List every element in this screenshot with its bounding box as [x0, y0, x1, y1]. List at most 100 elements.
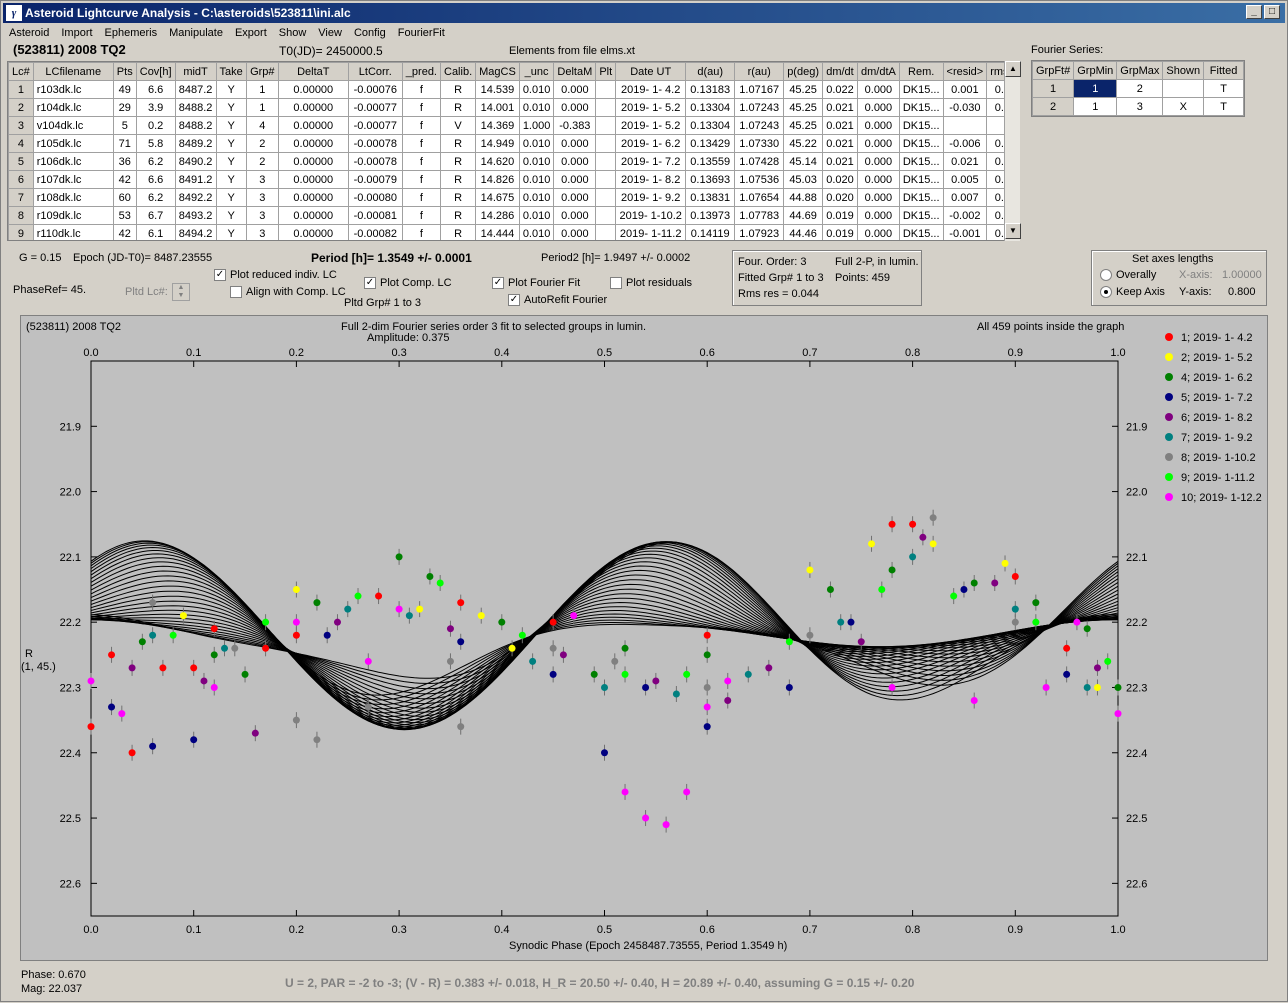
data-point — [292, 716, 300, 724]
y-tick-label-left: 22.3 — [60, 682, 81, 694]
legend-label: 1; 2019- 1- 4.2 — [1181, 332, 1253, 344]
data-point — [446, 625, 454, 633]
x-tick-label-top: 0.3 — [391, 347, 406, 359]
chart-canvas: 0.0 0.0 0.1 0.1 0.2 0.2 0.3 0.3 0.4 0.4 0.5 0.5 0.6 0… — [60, 347, 1148, 936]
y-tick-label-left: 22.1 — [60, 552, 81, 564]
x-tick-label-bottom: 1.0 — [1110, 924, 1125, 936]
data-point — [395, 553, 403, 561]
data-point — [149, 599, 157, 607]
data-point — [857, 638, 865, 646]
data-point — [87, 723, 95, 731]
data-point — [190, 664, 198, 672]
data-point — [970, 697, 978, 705]
y-tick-label-left: 22.5 — [60, 813, 81, 825]
legend-entry: 9; 2019- 1-11.2 — [1165, 468, 1262, 488]
data-point — [169, 631, 177, 639]
data-point — [806, 566, 814, 574]
x-tick-label-top: 0.5 — [597, 347, 612, 359]
data-point — [518, 631, 526, 639]
y-tick-label-left: 21.9 — [60, 421, 81, 433]
data-point — [960, 586, 968, 594]
data-point — [642, 683, 650, 691]
data-point — [1032, 599, 1040, 607]
data-point — [87, 677, 95, 685]
data-point — [1073, 618, 1081, 626]
data-point — [888, 520, 896, 528]
data-point — [970, 579, 978, 587]
data-point — [1114, 683, 1122, 691]
data-point — [200, 677, 208, 685]
data-point — [1083, 625, 1091, 633]
x-tick-label-top: 0.6 — [700, 347, 715, 359]
x-tick-label-bottom: 0.8 — [905, 924, 920, 936]
legend-label: 10; 2019- 1-12.2 — [1181, 492, 1262, 504]
x-tick-label-bottom: 0.9 — [1008, 924, 1023, 936]
data-point — [1083, 683, 1091, 691]
legend-entry: 2; 2019- 1- 5.2 — [1165, 348, 1262, 368]
data-point — [395, 605, 403, 613]
data-point — [1093, 664, 1101, 672]
data-point — [313, 736, 321, 744]
data-point — [1063, 644, 1071, 652]
data-point — [292, 631, 300, 639]
data-point — [703, 631, 711, 639]
x-tick-label-top: 0.1 — [186, 347, 201, 359]
data-point — [549, 618, 557, 626]
data-point — [323, 631, 331, 639]
y-tick-label-right: 22.4 — [1126, 748, 1147, 760]
data-point — [919, 533, 927, 541]
y-tick-label-right: 22.6 — [1126, 878, 1147, 890]
y-tick-label-right: 22.2 — [1126, 617, 1147, 629]
data-point — [806, 631, 814, 639]
legend-label: 2; 2019- 1- 5.2 — [1181, 352, 1253, 364]
data-point — [765, 664, 773, 672]
data-point — [1011, 605, 1019, 613]
data-point — [128, 664, 136, 672]
data-point — [929, 514, 937, 522]
x-tick-label-top: 0.9 — [1008, 347, 1023, 359]
data-point — [601, 749, 608, 757]
data-point — [364, 703, 372, 711]
data-point — [991, 579, 999, 587]
data-point — [1042, 683, 1050, 691]
legend-dot-icon — [1165, 453, 1173, 461]
data-point — [549, 644, 557, 652]
y-tick-label-left: 22.4 — [60, 748, 81, 760]
x-tick-label-top: 1.0 — [1110, 347, 1125, 359]
data-point — [950, 592, 958, 600]
x-tick-label-bottom: 0.2 — [289, 924, 304, 936]
data-point — [847, 618, 855, 626]
legend-dot-icon — [1165, 393, 1173, 401]
chart-legend: 1; 2019- 1- 4.2 2; 2019- 1- 5.2 4; 2019- 1… — [1165, 328, 1262, 508]
data-point — [1114, 710, 1122, 718]
legend-entry: 8; 2019- 1-10.2 — [1165, 448, 1262, 468]
x-tick-label-bottom: 0.5 — [597, 924, 612, 936]
data-point — [652, 677, 660, 685]
data-point — [1093, 683, 1101, 691]
data-point — [929, 540, 937, 548]
data-point — [149, 742, 157, 750]
data-point — [457, 599, 465, 607]
data-point — [590, 670, 598, 678]
data-point — [221, 644, 229, 652]
data-point — [405, 612, 413, 620]
data-point — [724, 697, 732, 705]
data-point — [344, 605, 352, 613]
x-tick-label-bottom: 0.1 — [186, 924, 201, 936]
data-point — [1104, 657, 1112, 665]
x-tick-label-bottom: 0.4 — [494, 924, 509, 936]
cursor-phase: Phase: 0.670 — [21, 969, 86, 981]
data-point — [703, 651, 711, 659]
legend-label: 9; 2019- 1-11.2 — [1181, 472, 1255, 484]
data-point — [785, 683, 793, 691]
data-point — [878, 586, 886, 594]
x-tick-label-bottom: 0.6 — [700, 924, 715, 936]
y-tick-label-left: 22.0 — [60, 487, 81, 499]
data-point — [549, 670, 557, 678]
data-point — [662, 821, 670, 829]
data-point — [138, 638, 146, 646]
x-tick-label-top: 0.0 — [83, 347, 98, 359]
legend-entry: 6; 2019- 1- 8.2 — [1165, 408, 1262, 428]
data-point — [251, 729, 259, 737]
x-tick-label-bottom: 0.0 — [83, 924, 98, 936]
